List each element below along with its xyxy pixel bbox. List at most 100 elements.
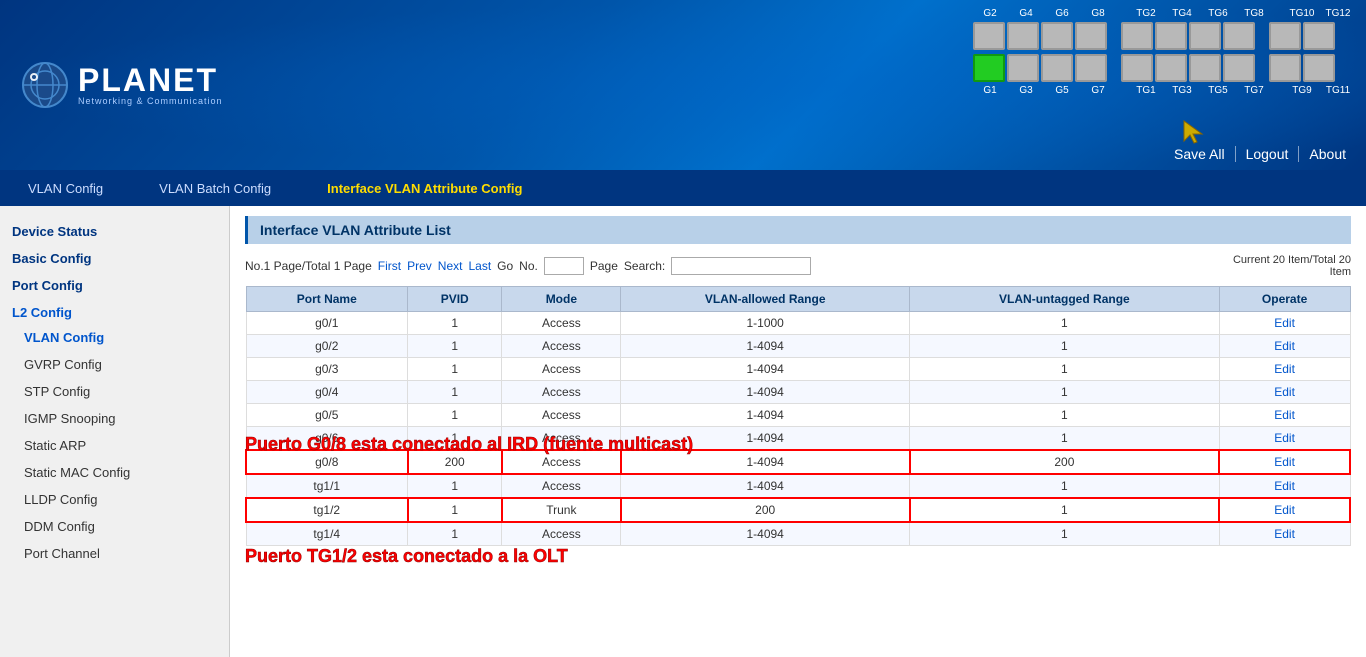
sidebar-ddm-config[interactable]: DDM Config [0, 513, 229, 540]
port-label-TG8: TG8 [1237, 8, 1271, 19]
port-G6[interactable] [1041, 22, 1073, 50]
table-row: g0/5 1 Access 1-4094 1 Edit [246, 404, 1350, 427]
port-TG3[interactable] [1155, 54, 1187, 82]
table-row: g0/3 1 Access 1-4094 1 Edit [246, 358, 1350, 381]
port-label-TG10: TG10 [1285, 8, 1319, 19]
cursor-icon [1182, 119, 1206, 147]
cell-vlan-untagged: 1 [910, 312, 1220, 335]
cell-port-name: g0/6 [246, 427, 408, 451]
logout-link[interactable]: Logout [1236, 146, 1300, 162]
port-label-TG7: TG7 [1237, 85, 1271, 96]
cell-pvid: 200 [408, 450, 502, 474]
sidebar-device-status[interactable]: Device Status [0, 216, 229, 243]
sidebar-igmp-snooping[interactable]: IGMP Snooping [0, 405, 229, 432]
search-label: Search: [624, 259, 665, 273]
first-page-link[interactable]: First [378, 259, 401, 273]
port-label-TG3: TG3 [1165, 85, 1199, 96]
menu-vlan-config[interactable]: VLAN Config [20, 175, 111, 202]
cell-port-name: g0/2 [246, 335, 408, 358]
cell-pvid: 1 [408, 381, 502, 404]
sidebar-basic-config[interactable]: Basic Config [0, 243, 229, 270]
port-G3[interactable] [1007, 54, 1039, 82]
sidebar-port-config[interactable]: Port Config [0, 270, 229, 297]
cell-pvid: 1 [408, 522, 502, 546]
port-TG4[interactable] [1155, 22, 1187, 50]
port-G7[interactable] [1075, 54, 1107, 82]
menu-vlan-batch[interactable]: VLAN Batch Config [151, 175, 279, 202]
page-number-input[interactable] [544, 257, 584, 275]
cell-mode: Trunk [502, 498, 621, 522]
page-info: No.1 Page/Total 1 Page [245, 259, 372, 273]
port-label-TG12: TG12 [1321, 8, 1355, 19]
cell-pvid: 1 [408, 404, 502, 427]
port-TG5[interactable] [1189, 54, 1221, 82]
sidebar-gvrp-config[interactable]: GVRP Config [0, 351, 229, 378]
sidebar-vlan-config[interactable]: VLAN Config [0, 324, 229, 351]
col-operate: Operate [1219, 287, 1350, 312]
col-mode: Mode [502, 287, 621, 312]
edit-link[interactable]: Edit [1219, 335, 1350, 358]
no-label: No. [519, 259, 538, 273]
cell-vlan-untagged: 1 [910, 522, 1220, 546]
sidebar-l2-config[interactable]: L2 Config [0, 297, 229, 324]
cell-vlan-untagged: 1 [910, 427, 1220, 451]
port-TG6[interactable] [1189, 22, 1221, 50]
edit-link[interactable]: Edit [1219, 358, 1350, 381]
cell-pvid: 1 [408, 312, 502, 335]
edit-link[interactable]: Edit [1219, 381, 1350, 404]
port-label-TG5: TG5 [1201, 85, 1235, 96]
edit-link[interactable]: Edit [1219, 498, 1350, 522]
edit-link[interactable]: Edit [1219, 450, 1350, 474]
cell-vlan-untagged: 1 [910, 498, 1220, 522]
sidebar-stp-config[interactable]: STP Config [0, 378, 229, 405]
edit-link[interactable]: Edit [1219, 427, 1350, 451]
table-row: g0/8 200 Access 1-4094 200 Edit [246, 450, 1350, 474]
col-vlan-allowed: VLAN-allowed Range [621, 287, 910, 312]
edit-link[interactable]: Edit [1219, 474, 1350, 498]
cell-vlan-allowed: 1-4094 [621, 404, 910, 427]
port-TG7[interactable] [1223, 54, 1255, 82]
port-label-TG4: TG4 [1165, 8, 1199, 19]
cell-vlan-allowed: 1-4094 [621, 427, 910, 451]
port-G1[interactable] [973, 54, 1005, 82]
about-link[interactable]: About [1299, 146, 1356, 162]
sidebar-static-arp[interactable]: Static ARP [0, 432, 229, 459]
port-G5[interactable] [1041, 54, 1073, 82]
last-page-link[interactable]: Last [468, 259, 491, 273]
table-row: tg1/4 1 Access 1-4094 1 Edit [246, 522, 1350, 546]
edit-link[interactable]: Edit [1219, 404, 1350, 427]
cell-vlan-allowed: 1-4094 [621, 358, 910, 381]
go-label: Go [497, 259, 513, 273]
sidebar-lldp-config[interactable]: LLDP Config [0, 486, 229, 513]
sidebar-port-channel[interactable]: Port Channel [0, 540, 229, 567]
sidebar-static-mac[interactable]: Static MAC Config [0, 459, 229, 486]
table-row: tg1/1 1 Access 1-4094 1 Edit [246, 474, 1350, 498]
port-TG8[interactable] [1223, 22, 1255, 50]
next-page-link[interactable]: Next [438, 259, 463, 273]
menu-bar: VLAN Config VLAN Batch Config Interface … [0, 170, 1366, 206]
edit-link[interactable]: Edit [1219, 522, 1350, 546]
cell-vlan-untagged: 1 [910, 358, 1220, 381]
port-TG9[interactable] [1269, 54, 1301, 82]
port-TG2[interactable] [1121, 22, 1153, 50]
port-G8[interactable] [1075, 22, 1107, 50]
menu-interface-vlan[interactable]: Interface VLAN Attribute Config [319, 175, 530, 202]
port-TG11[interactable] [1303, 54, 1335, 82]
prev-page-link[interactable]: Prev [407, 259, 432, 273]
logo-icon [20, 60, 70, 110]
cell-pvid: 1 [408, 498, 502, 522]
port-G4[interactable] [1007, 22, 1039, 50]
port-label-TG1: TG1 [1129, 85, 1163, 96]
search-input[interactable] [671, 257, 811, 275]
cell-vlan-allowed: 200 [621, 498, 910, 522]
port-TG12[interactable] [1303, 22, 1335, 50]
cell-vlan-allowed: 1-4094 [621, 381, 910, 404]
port-G2[interactable] [973, 22, 1005, 50]
edit-link[interactable]: Edit [1219, 312, 1350, 335]
cell-port-name: g0/8 [246, 450, 408, 474]
page-label: Page [590, 259, 618, 273]
port-TG1[interactable] [1121, 54, 1153, 82]
cell-vlan-untagged: 200 [910, 450, 1220, 474]
port-TG10[interactable] [1269, 22, 1301, 50]
cell-port-name: tg1/4 [246, 522, 408, 546]
